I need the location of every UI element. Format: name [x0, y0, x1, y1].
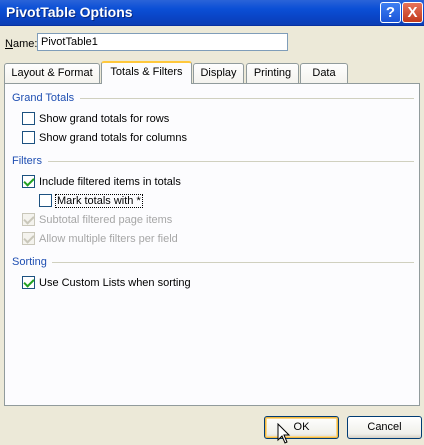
mark-totals-checkbox[interactable]: Mark totals with * — [39, 193, 143, 208]
show-grand-totals-rows-checkbox[interactable]: Show grand totals for rows — [22, 111, 169, 126]
cancel-button[interactable]: Cancel — [347, 416, 422, 439]
title-bar[interactable]: PivotTable Options ? X — [0, 0, 424, 26]
include-filtered-items-checkbox[interactable]: Include filtered items in totals — [22, 174, 181, 189]
grand-totals-heading: Grand Totals — [12, 92, 75, 104]
checkbox-label: Show grand totals for rows — [39, 112, 170, 125]
grand-totals-divider — [80, 98, 414, 99]
pivottable-options-dialog: PivotTable Options ? X Name: Layout & Fo… — [0, 0, 424, 445]
tab-strip: Layout & Format Totals & Filters Display… — [4, 61, 420, 84]
checkbox-label: Use Custom Lists when sorting — [39, 276, 191, 289]
show-grand-totals-columns-checkbox[interactable]: Show grand totals for columns — [22, 130, 187, 145]
sorting-heading: Sorting — [12, 256, 47, 268]
checkbox-box[interactable] — [39, 194, 52, 207]
checkbox-box[interactable] — [22, 112, 35, 125]
allow-multiple-filters-checkbox: Allow multiple filters per field — [22, 231, 178, 246]
checkbox-box — [22, 213, 35, 226]
subtotal-filtered-page-items-checkbox: Subtotal filtered page items — [22, 212, 172, 227]
help-icon[interactable]: ? — [380, 2, 401, 23]
checkbox-label: Include filtered items in totals — [39, 175, 181, 188]
checkbox-label: Mark totals with * — [55, 193, 143, 208]
name-input[interactable] — [37, 33, 288, 51]
checkbox-box[interactable] — [22, 276, 35, 289]
checkbox-label: Subtotal filtered page items — [39, 213, 173, 226]
checkbox-box[interactable] — [22, 131, 35, 144]
checkbox-label: Show grand totals for columns — [39, 131, 187, 144]
filters-divider — [48, 161, 414, 162]
filters-heading: Filters — [12, 155, 42, 167]
close-icon[interactable]: X — [402, 2, 423, 23]
tab-display[interactable]: Display — [193, 63, 244, 83]
sorting-divider — [52, 262, 414, 263]
use-custom-lists-checkbox[interactable]: Use Custom Lists when sorting — [22, 275, 191, 290]
name-label-accesskey: N — [5, 38, 13, 50]
checkbox-box[interactable] — [22, 175, 35, 188]
tab-layout-format[interactable]: Layout & Format — [4, 63, 100, 83]
tab-data[interactable]: Data — [300, 63, 348, 83]
name-label: Name: — [5, 38, 37, 50]
window-title: PivotTable Options — [6, 4, 133, 20]
mouse-cursor-icon — [277, 423, 291, 444]
checkbox-label: Allow multiple filters per field — [39, 232, 178, 245]
ok-button[interactable]: OK — [264, 416, 339, 439]
name-label-text: ame: — [12, 38, 38, 50]
tab-printing[interactable]: Printing — [246, 63, 299, 83]
checkbox-box — [22, 232, 35, 245]
tab-totals-filters[interactable]: Totals & Filters — [101, 61, 192, 84]
